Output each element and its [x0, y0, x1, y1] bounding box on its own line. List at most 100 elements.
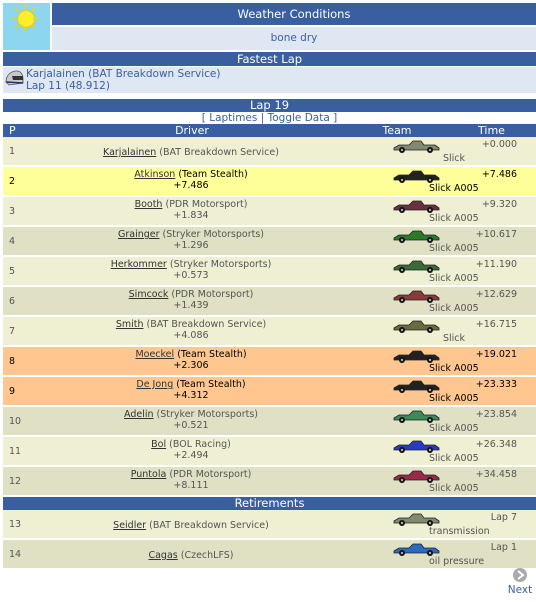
driver-link[interactable]: Simcock: [129, 289, 169, 300]
retire-reason: oil pressure: [429, 556, 485, 567]
fastest-lap-driver[interactable]: Karjalainen (BAT Breakdown Service): [26, 68, 220, 80]
car-icon: [391, 229, 441, 243]
next-button[interactable]: Next: [504, 568, 536, 596]
row-tyre: Slick A005: [429, 363, 479, 374]
driver-team: (PDR Motorsport): [165, 199, 248, 210]
row-time: +23.333: [475, 379, 517, 390]
driver-team: (BOL Racing): [169, 439, 231, 450]
fastest-lap-time: Lap 11 (48.912): [26, 80, 110, 92]
driver-link[interactable]: Adelin: [124, 409, 154, 420]
helmet-icon: [5, 70, 24, 86]
row-driver: Karjalainen (BAT Breakdown Service): [41, 147, 341, 158]
row-tyre: Slick A005: [429, 243, 479, 254]
row-position: 6: [9, 296, 16, 307]
driver-link[interactable]: Moeckel: [135, 349, 174, 360]
car-icon: [391, 439, 441, 453]
results-table: 1 Karjalainen (BAT Breakdown Service) Slic…: [3, 137, 536, 497]
table-row: 11 Bol (BOL Racing) +2.494 Slick A005 +26.34…: [3, 437, 536, 467]
driver-team: (Stryker Motorsports): [162, 229, 264, 240]
retire-reason: transmission: [429, 526, 490, 537]
row-time: +16.715: [475, 319, 517, 330]
row-time: +12.629: [475, 289, 517, 300]
driver-link[interactable]: Puntola: [131, 469, 167, 480]
driver-team: (PDR Motorsport): [169, 469, 252, 480]
driver-gap: +4.312: [173, 390, 209, 401]
driver-link[interactable]: Seidler: [113, 520, 146, 531]
row-tyre: Slick A005: [429, 303, 479, 314]
car-icon: [391, 169, 441, 183]
laptimes-link[interactable]: Laptimes: [209, 112, 257, 124]
driver-gap: +7.486: [173, 180, 209, 191]
driver-gap: +4.086: [173, 330, 209, 341]
row-time: +11.190: [475, 259, 517, 270]
lap-links: [ Laptimes | Toggle Data ]: [3, 112, 536, 124]
row-driver: Adelin (Stryker Motorsports) +0.521: [41, 409, 341, 431]
row-position: 3: [9, 206, 16, 217]
driver-team: (Stryker Motorsports): [169, 259, 272, 270]
toggle-data-link[interactable]: Toggle Data: [268, 112, 330, 124]
weather-title: Weather Conditions: [52, 3, 536, 25]
driver-team: (CzechLFS): [180, 550, 234, 561]
driver-gap: +2.494: [173, 450, 209, 461]
lap-title: Lap 19: [3, 99, 536, 112]
row-time: +9.320: [481, 199, 517, 210]
row-position: 4: [9, 236, 16, 247]
row-driver: Seidler (BAT Breakdown Service): [41, 520, 341, 531]
row-time: +34.458: [475, 469, 517, 480]
car-icon: [391, 139, 441, 153]
row-time: +10.617: [475, 229, 517, 240]
row-position: 7: [9, 326, 16, 337]
driver-link[interactable]: Cagas: [148, 550, 177, 561]
driver-team: (Stryker Motorsports): [156, 409, 258, 420]
fastest-lap-title: Fastest Lap: [3, 52, 536, 66]
driver-team: (Team Stealth): [177, 349, 247, 360]
row-tyre: Slick A005: [429, 393, 479, 404]
row-time: +7.486: [481, 169, 517, 180]
row-tyre: Slick: [443, 333, 466, 344]
car-icon: [391, 319, 441, 333]
row-tyre: Slick A005: [429, 213, 479, 224]
row-tyre: Slick A005: [429, 483, 479, 494]
row-position: 9: [9, 386, 16, 397]
driver-gap: +1.834: [173, 210, 209, 221]
driver-link[interactable]: Karjalainen: [103, 147, 156, 158]
table-row: 2 Atkinson (Team Stealth) +7.486 Slick A005…: [3, 167, 536, 197]
driver-link[interactable]: De Jong: [136, 379, 173, 390]
driver-link[interactable]: Atkinson: [134, 169, 175, 180]
row-position: 8: [9, 356, 16, 367]
driver-team: (Team Stealth): [176, 379, 246, 390]
driver-link[interactable]: Smith: [116, 319, 144, 330]
row-driver: Moeckel (Team Stealth) +2.306: [41, 349, 341, 371]
row-driver: Cagas (CzechLFS): [41, 550, 341, 561]
table-row: 13 Seidler (BAT Breakdown Service) transmi…: [3, 510, 536, 540]
driver-link[interactable]: Grainger: [118, 229, 160, 240]
row-time: +23.854: [475, 409, 517, 420]
driver-team: (Team Stealth): [178, 169, 248, 180]
row-position: 2: [9, 176, 16, 187]
car-icon: [391, 512, 441, 526]
driver-team: (BAT Breakdown Service): [159, 147, 279, 158]
row-driver: Herkommer (Stryker Motorsports) +0.573: [41, 259, 341, 281]
race-report: Weather Conditions bone dry Fastest Lap …: [3, 3, 536, 570]
driver-link[interactable]: Herkommer: [111, 259, 167, 270]
car-icon: [391, 469, 441, 483]
table-row: 4 Grainger (Stryker Motorsports) +1.296 Sli…: [3, 227, 536, 257]
row-tyre: Slick A005: [429, 423, 479, 434]
driver-gap: +0.573: [173, 270, 209, 281]
car-icon: [391, 379, 441, 393]
col-position: P: [9, 124, 16, 137]
driver-link[interactable]: Bol: [151, 439, 166, 450]
table-row: 3 Booth (PDR Motorsport) +1.834 Slick A005 +…: [3, 197, 536, 227]
col-driver: Driver: [175, 124, 209, 137]
row-driver: Smith (BAT Breakdown Service) +4.086: [41, 319, 341, 341]
row-time: +19.021: [475, 349, 517, 360]
sun-icon: [3, 3, 50, 50]
row-time: +0.000: [481, 139, 517, 150]
car-icon: [391, 289, 441, 303]
table-row: 9 De Jong (Team Stealth) +4.312 Slick A005 +…: [3, 377, 536, 407]
row-driver: Booth (PDR Motorsport) +1.834: [41, 199, 341, 221]
driver-team: (PDR Motorsport): [171, 289, 254, 300]
table-row: 14 Cagas (CzechLFS) oil pressure Lap 1: [3, 540, 536, 570]
driver-link[interactable]: Booth: [135, 199, 163, 210]
col-team: Team: [382, 124, 412, 137]
